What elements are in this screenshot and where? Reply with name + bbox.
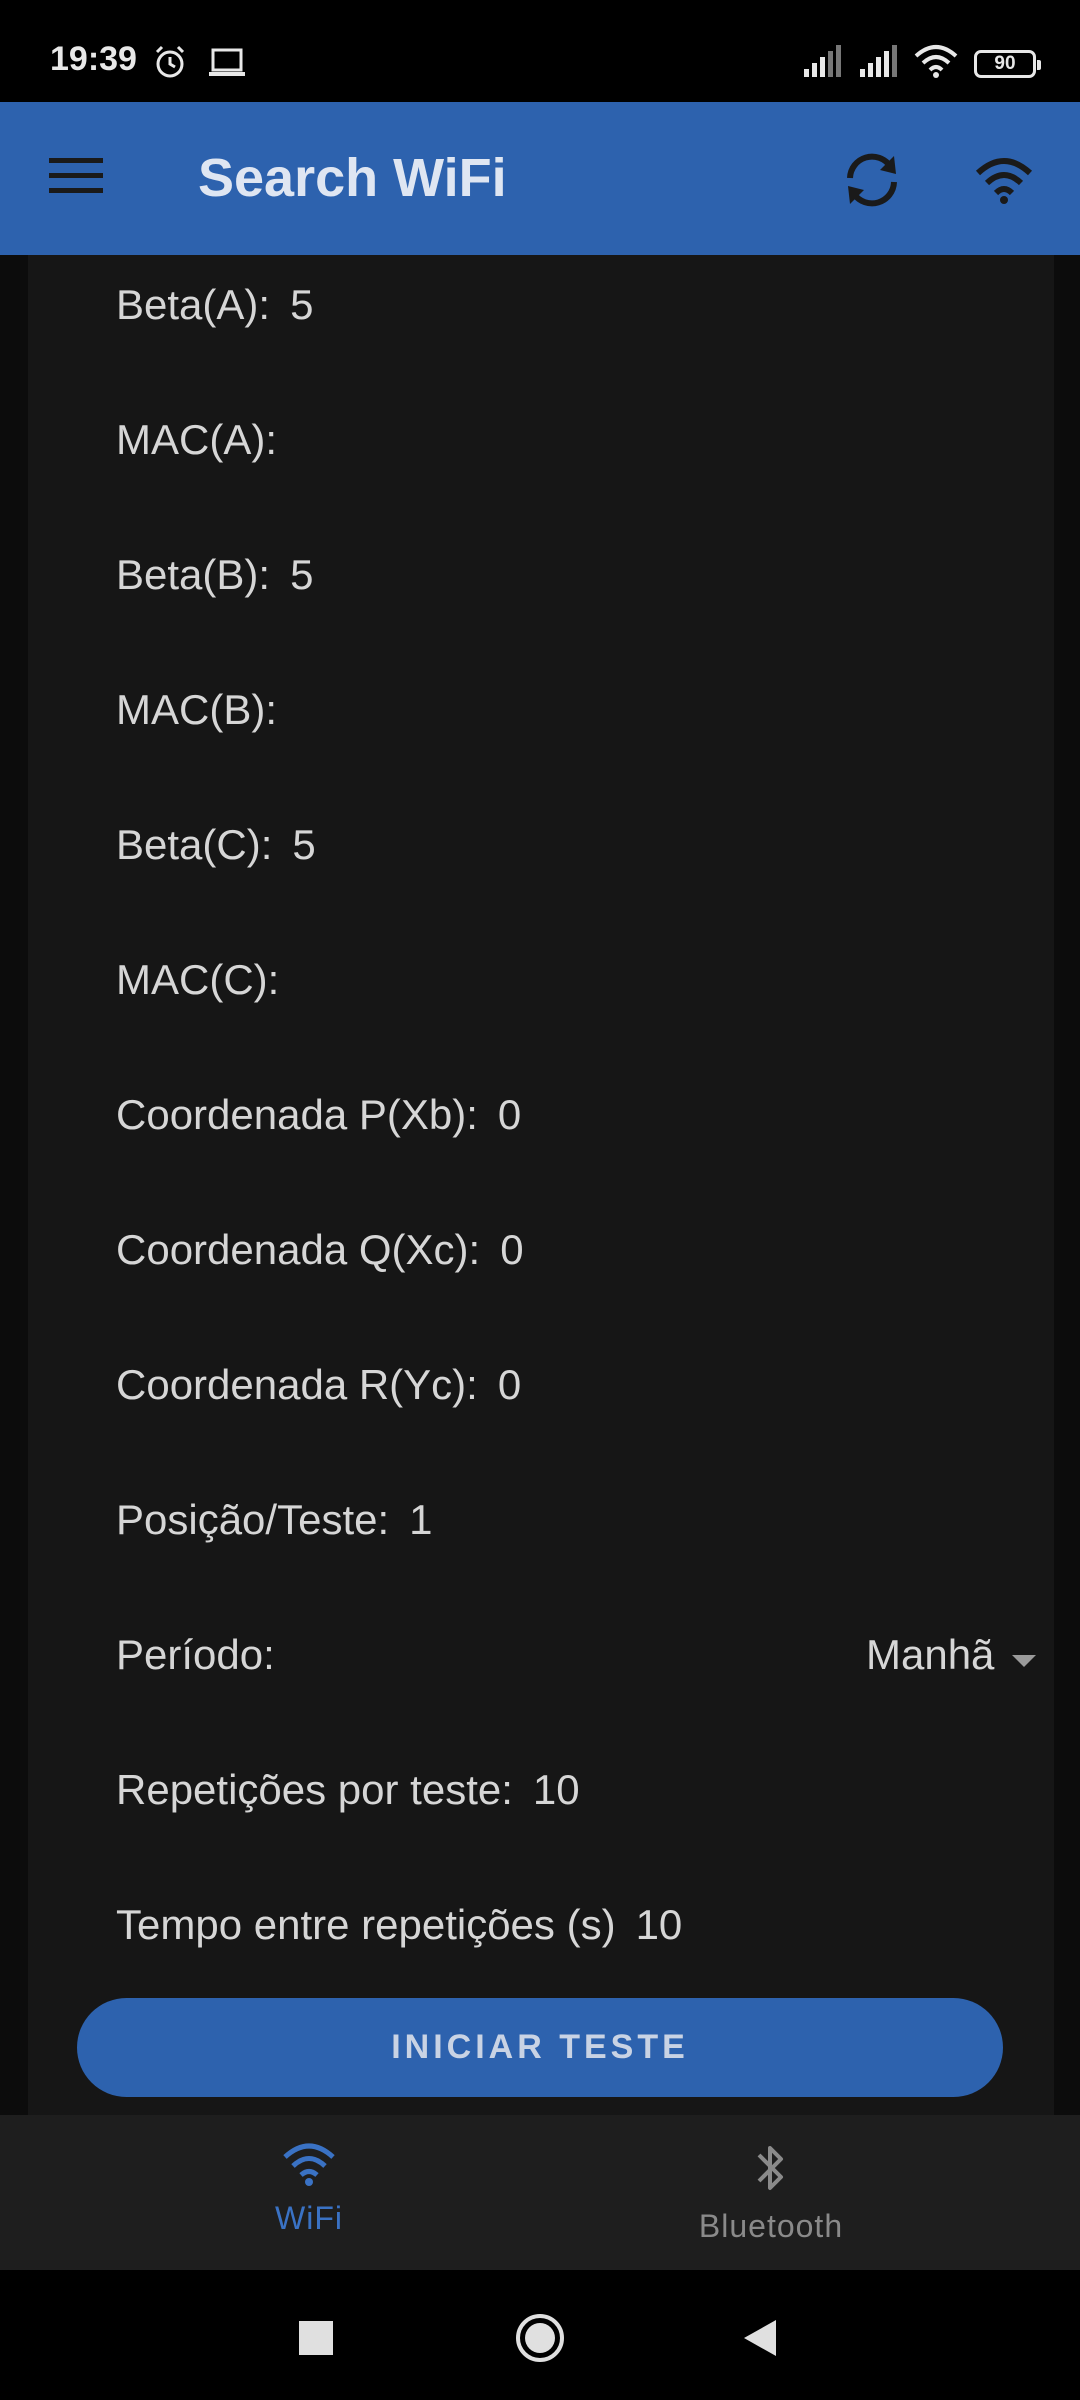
field-periodo: Período: Manhã xyxy=(116,1625,1037,1685)
field-label: MAC(C): xyxy=(116,956,280,1003)
app-bar: Search WiFi xyxy=(0,102,1080,255)
field-label: Beta(A): xyxy=(116,281,271,328)
dropdown-arrow-icon xyxy=(1010,1625,1038,1685)
status-left-icons xyxy=(152,44,246,85)
square-icon xyxy=(299,2320,333,2360)
field-value[interactable]: 5 xyxy=(292,821,315,868)
field-repeticoes: Repetições por teste: 10 xyxy=(116,1760,996,1820)
nav-label: WiFi xyxy=(275,2200,343,2236)
status-right-icons: 90 xyxy=(802,44,1041,83)
field-label: Coordenada Q(Xc): xyxy=(116,1226,481,1273)
field-label: Período: xyxy=(116,1631,275,1678)
back-button[interactable] xyxy=(730,2310,790,2370)
wifi-scan-button[interactable] xyxy=(964,142,1044,222)
field-label: Tempo entre repetições (s) xyxy=(116,1901,616,1948)
app-title: Search WiFi xyxy=(198,148,507,208)
field-value[interactable]: 5 xyxy=(290,551,313,598)
screen: 19:39 90 Search WiFi Beta(A): 5 MAC(A): … xyxy=(0,0,1080,2400)
field-value[interactable]: 1 xyxy=(409,1496,432,1543)
menu-icon xyxy=(49,156,103,201)
signal-icon xyxy=(858,45,898,82)
dropdown-value: Manhã xyxy=(866,1631,995,1678)
bluetooth-icon xyxy=(751,2141,791,2200)
battery-level: 90 xyxy=(994,52,1016,74)
field-label: MAC(B): xyxy=(116,686,277,733)
field-value[interactable]: 0 xyxy=(498,1091,521,1138)
field-value[interactable]: 0 xyxy=(498,1361,521,1408)
nav-item-bluetooth[interactable]: Bluetooth xyxy=(621,2141,921,2245)
field-label: Coordenada P(Xb): xyxy=(116,1091,478,1138)
recents-button[interactable] xyxy=(286,2310,346,2370)
status-time: 19:39 xyxy=(50,40,137,78)
home-circle-icon xyxy=(514,2312,566,2369)
laptop-icon xyxy=(208,44,246,85)
field-beta-a: Beta(A): 5 xyxy=(116,275,996,335)
field-coordenada-r: Coordenada R(Yc): 0 xyxy=(116,1355,996,1415)
status-bar: 19:39 90 xyxy=(0,0,1080,102)
battery-icon: 90 xyxy=(974,49,1041,78)
back-triangle-icon xyxy=(742,2318,778,2363)
field-value[interactable]: 5 xyxy=(290,281,313,328)
field-mac-a: MAC(A): xyxy=(116,410,996,470)
field-label: Repetições por teste: xyxy=(116,1766,513,1813)
field-label: Coordenada R(Yc): xyxy=(116,1361,478,1408)
wifi-icon xyxy=(281,2141,337,2192)
field-label: Beta(C): xyxy=(116,821,273,868)
field-coordenada-p: Coordenada P(Xb): 0 xyxy=(116,1085,996,1145)
field-beta-b: Beta(B): 5 xyxy=(116,545,996,605)
wifi-status-icon xyxy=(914,44,958,83)
menu-button[interactable] xyxy=(36,148,116,208)
bottom-nav: WiFi Bluetooth xyxy=(0,2115,1080,2270)
settings-form: Beta(A): 5 MAC(A): Beta(B): 5 MAC(B): Beta… xyxy=(28,255,1054,2115)
field-value[interactable]: 0 xyxy=(500,1226,523,1273)
field-beta-c: Beta(C): 5 xyxy=(116,815,996,875)
nav-item-wifi[interactable]: WiFi xyxy=(159,2141,459,2237)
refresh-button[interactable] xyxy=(832,142,912,222)
system-nav xyxy=(0,2270,1080,2400)
start-test-button[interactable]: INICIAR TESTE xyxy=(77,1998,1003,2097)
alarm-icon xyxy=(152,44,188,85)
wifi-icon xyxy=(974,155,1034,210)
field-mac-c: MAC(C): xyxy=(116,950,996,1010)
field-label: Beta(B): xyxy=(116,551,271,598)
field-mac-b: MAC(B): xyxy=(116,680,996,740)
field-label: MAC(A): xyxy=(116,416,277,463)
field-coordenada-q: Coordenada Q(Xc): 0 xyxy=(116,1220,996,1280)
signal-icon xyxy=(802,45,842,82)
home-button[interactable] xyxy=(510,2310,570,2370)
nav-label: Bluetooth xyxy=(698,2208,844,2244)
field-posicao-teste: Posição/Teste: 1 xyxy=(116,1490,996,1550)
field-label: Posição/Teste: xyxy=(116,1496,390,1543)
field-value[interactable]: 10 xyxy=(636,1901,683,1948)
refresh-icon xyxy=(840,148,904,217)
periodo-dropdown[interactable]: Manhã xyxy=(866,1625,1038,1685)
field-tempo: Tempo entre repetições (s) 10 xyxy=(116,1895,996,1955)
field-value[interactable]: 10 xyxy=(533,1766,580,1813)
